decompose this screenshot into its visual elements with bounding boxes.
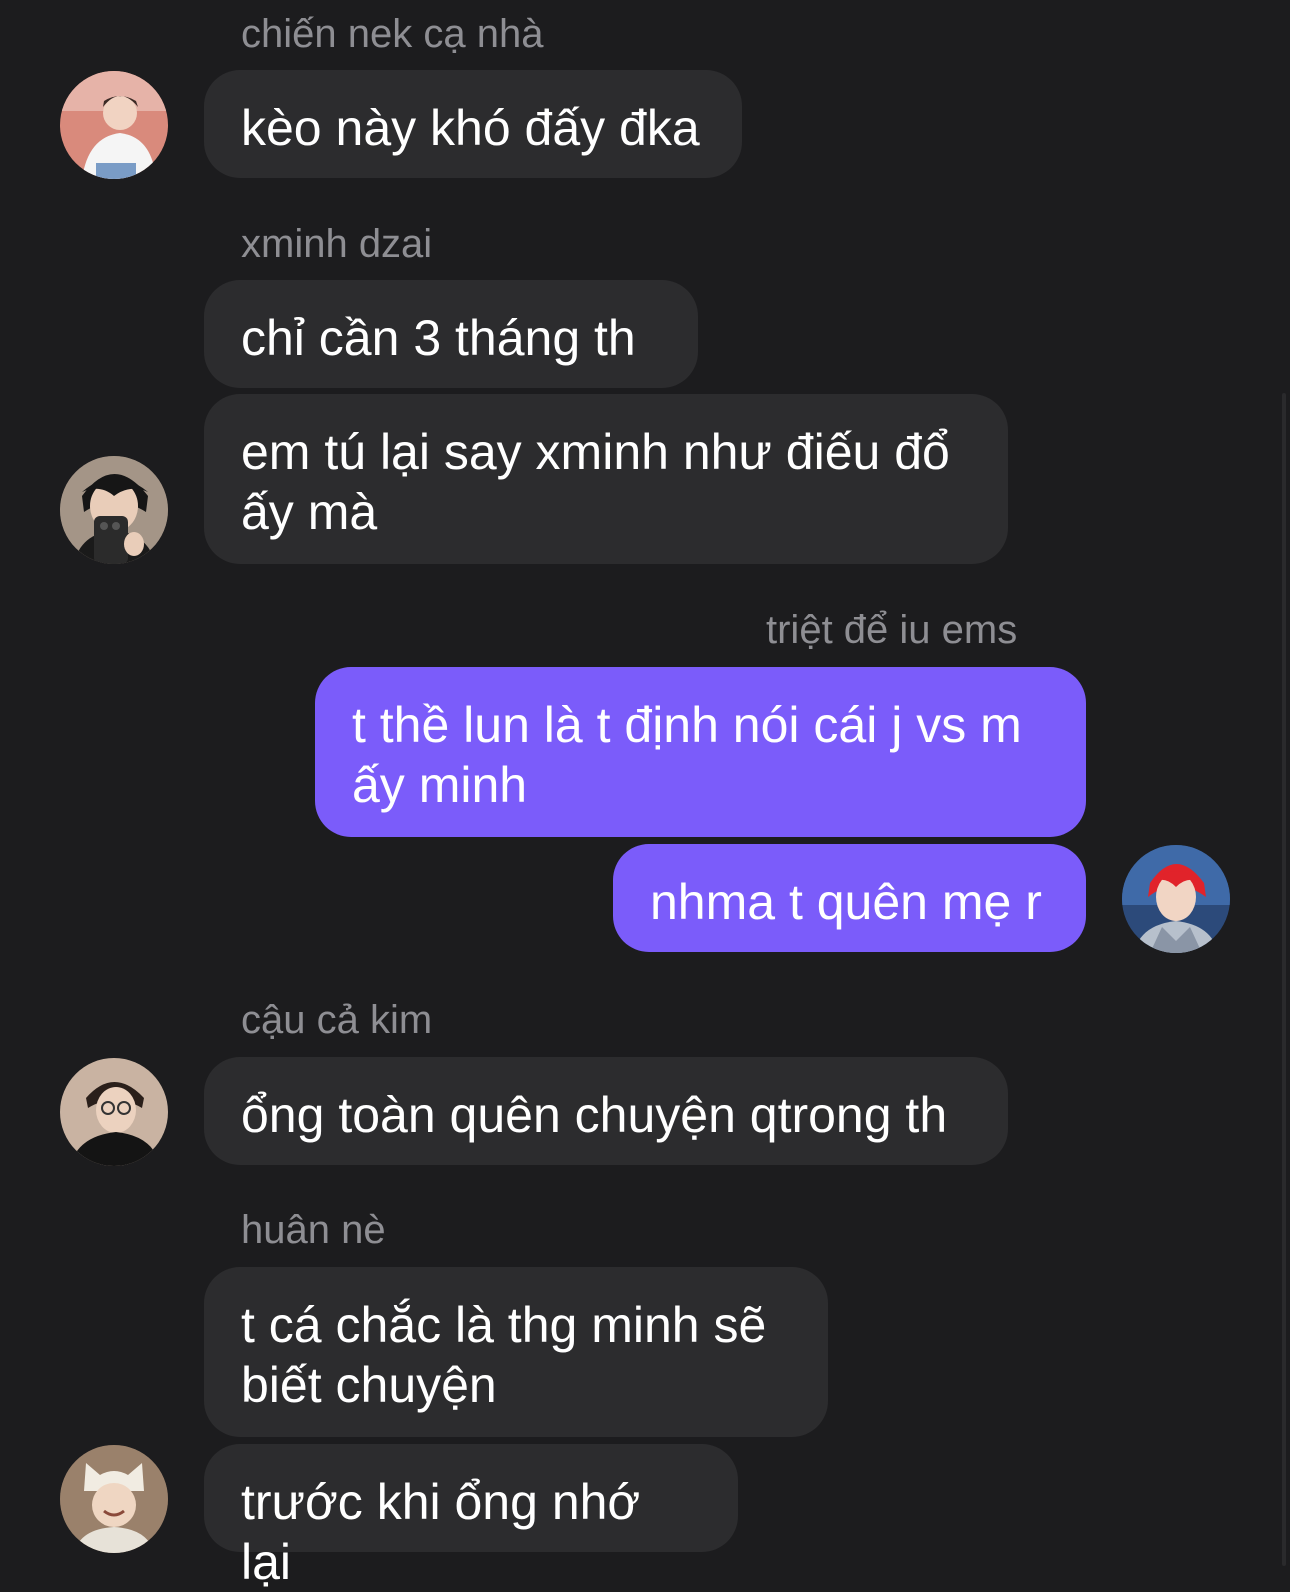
incoming-message-bubble[interactable]: ổng toàn quên chuyện qtrong th <box>204 1057 1008 1165</box>
profile-photo-icon <box>60 456 168 564</box>
avatar-xminh[interactable] <box>60 456 168 564</box>
sender-name: huân nè <box>241 1208 386 1252</box>
profile-photo-icon <box>60 1445 168 1553</box>
outgoing-message-bubble[interactable]: t thề lun là t định nói cái j vs m ấy mi… <box>315 667 1086 837</box>
sender-name: cậu cả kim <box>241 998 433 1042</box>
avatar-triet[interactable] <box>1122 845 1230 953</box>
profile-photo-icon <box>60 71 168 179</box>
profile-photo-icon <box>1122 845 1230 953</box>
sender-name: xminh dzai <box>241 222 433 266</box>
avatar-kim[interactable] <box>60 1058 168 1166</box>
profile-photo-icon <box>60 1058 168 1166</box>
incoming-message-bubble[interactable]: t cá chắc là thg minh sẽ biết chuyện <box>204 1267 828 1437</box>
sender-name: triệt để iu ems <box>766 608 1018 652</box>
avatar-huan[interactable] <box>60 1445 168 1553</box>
incoming-message-bubble[interactable]: kèo này khó đấy đka <box>204 70 742 178</box>
avatar-chien[interactable] <box>60 71 168 179</box>
sender-name: chiến nek cạ nhà <box>241 12 544 56</box>
outgoing-message-bubble[interactable]: nhma t quên mẹ r <box>613 844 1086 952</box>
incoming-message-bubble[interactable]: chỉ cần 3 tháng th <box>204 280 698 388</box>
incoming-message-bubble[interactable]: trước khi ổng nhớ lại <box>204 1444 738 1590</box>
scrollbar[interactable] <box>1282 393 1286 1566</box>
incoming-message-bubble[interactable]: em tú lại say xminh như điếu đổ ấy mà <box>204 394 1008 564</box>
